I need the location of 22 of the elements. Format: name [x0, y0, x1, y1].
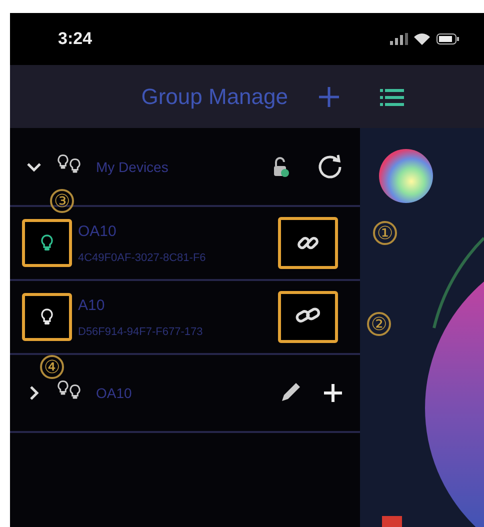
- list-icon[interactable]: [380, 86, 404, 106]
- annotation-number: ①: [373, 221, 397, 245]
- group-name[interactable]: OA10: [96, 385, 132, 401]
- badge-icon: [382, 516, 402, 527]
- device-id: D56F914-94F7-F677-173: [78, 326, 203, 338]
- annotation-number: ③: [50, 189, 74, 213]
- status-time: 3:24: [58, 29, 92, 49]
- device-id: 4C49F0AF-3027-8C81-F6: [78, 252, 206, 264]
- color-picker-icon[interactable]: [379, 149, 433, 203]
- nav-title: Group Manage: [141, 84, 288, 110]
- device-name: OA10: [78, 222, 118, 240]
- wifi-icon: [414, 33, 430, 45]
- plus-icon[interactable]: [322, 382, 344, 404]
- annotation-number: ②: [367, 312, 391, 336]
- battery-icon: [436, 33, 460, 45]
- signal-icon: [390, 33, 408, 45]
- color-wheel-drawing[interactable]: [425, 237, 484, 527]
- refresh-icon[interactable]: [316, 152, 344, 180]
- add-icon[interactable]: [318, 86, 340, 108]
- annotation-number: ④: [40, 355, 64, 379]
- device-name: A10: [78, 296, 106, 314]
- group-name[interactable]: My Devices: [96, 158, 168, 174]
